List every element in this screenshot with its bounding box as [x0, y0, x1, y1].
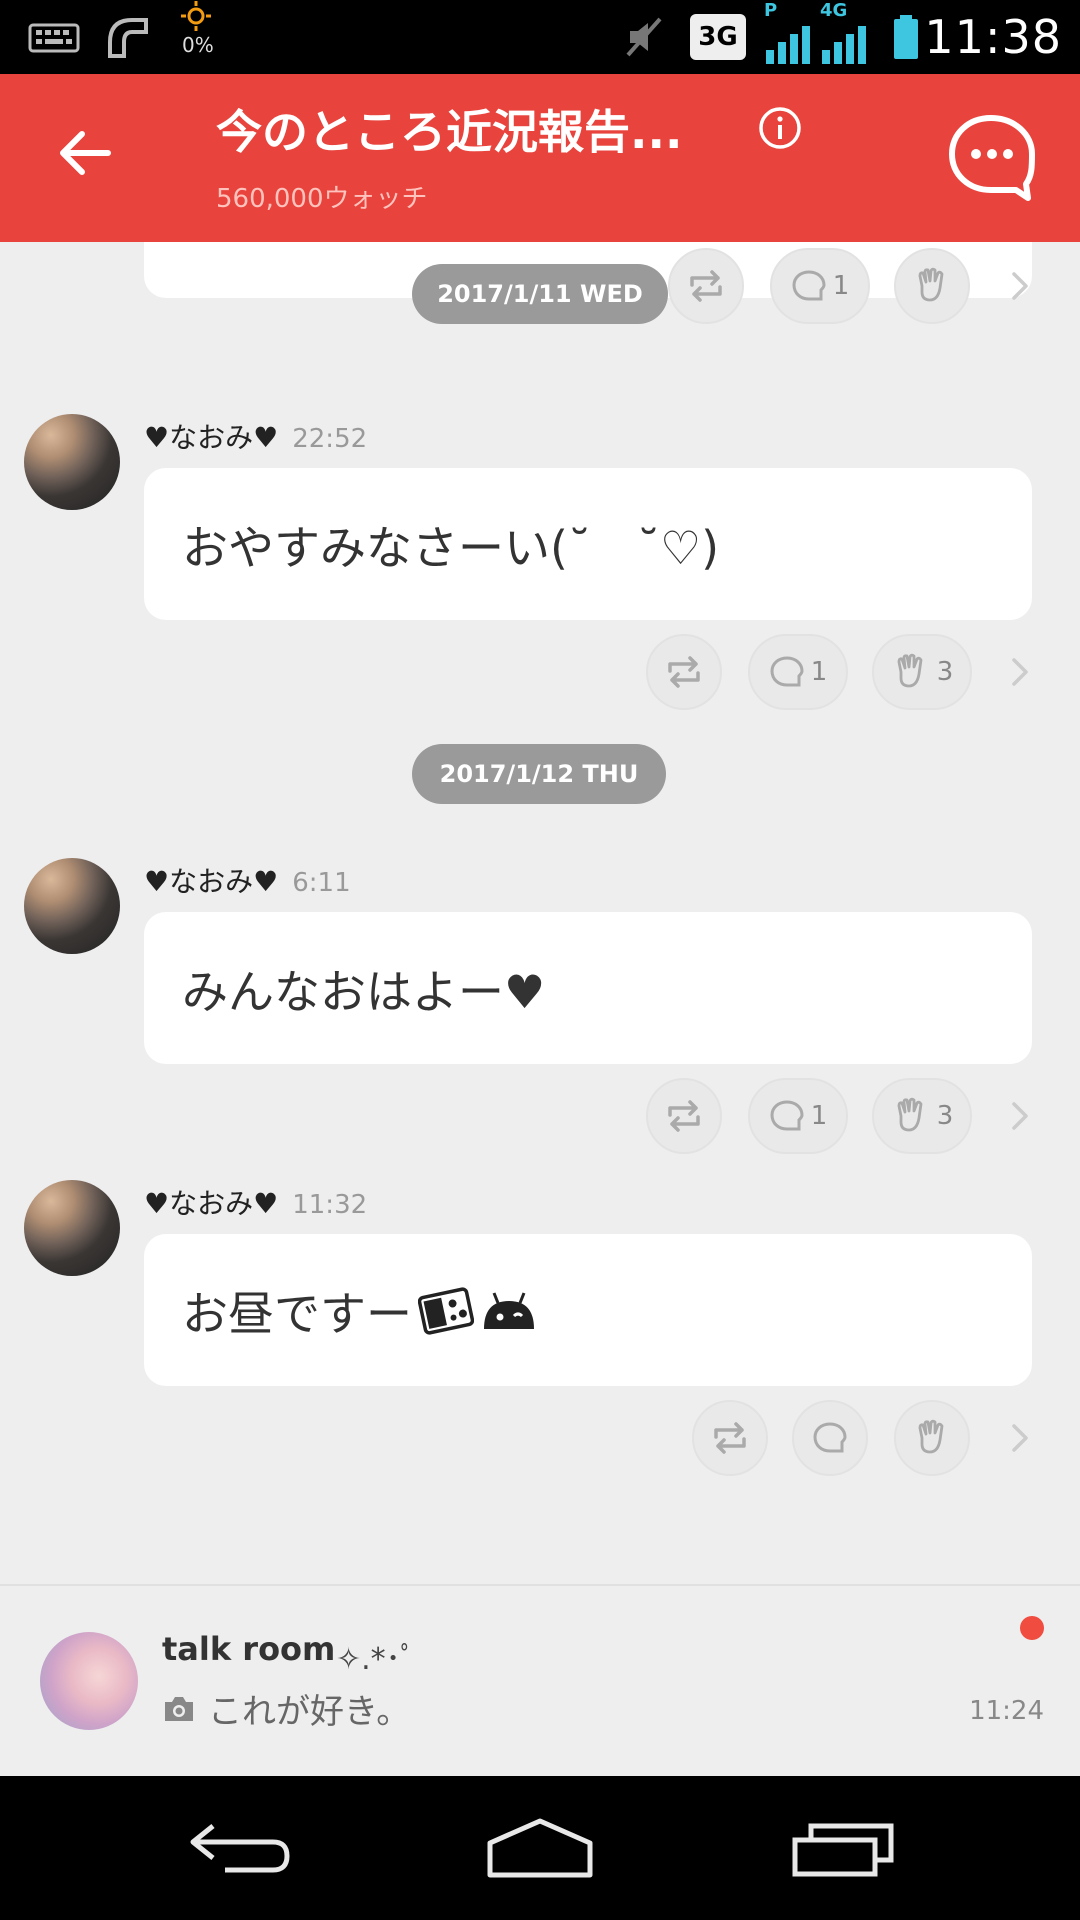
battery-percent: 0% — [182, 33, 214, 57]
post-card[interactable]: みんなおはよー♥ — [144, 912, 1032, 1064]
repost-icon — [668, 1100, 700, 1132]
camera-icon — [165, 1696, 193, 1721]
post-time: 22:52 — [292, 424, 368, 454]
nav-home-button[interactable] — [480, 1806, 600, 1890]
clap-count: 3 — [936, 1101, 954, 1131]
talk-room-avatar — [40, 1632, 138, 1730]
clap-icon — [918, 1419, 944, 1454]
comment-button[interactable] — [792, 1400, 868, 1476]
author-avatar[interactable] — [24, 858, 120, 954]
post-time: 11:32 — [292, 1190, 368, 1220]
comment-count: 1 — [810, 1101, 828, 1131]
author-avatar[interactable] — [24, 414, 120, 510]
nav-home-icon — [487, 1818, 593, 1878]
bento-emoji-icon — [418, 1287, 474, 1335]
comment-icon — [792, 270, 826, 301]
post-meta: ♥なおみ♥ 11:32 — [144, 1182, 367, 1222]
author-name: ♥なおみ♥ — [144, 421, 279, 454]
mute-icon — [622, 0, 666, 74]
talk-button[interactable] — [944, 112, 1038, 202]
nav-back-icon — [190, 1824, 290, 1873]
comment-count: 1 — [832, 271, 850, 301]
info-icon — [759, 107, 801, 149]
comment-icon — [770, 1100, 804, 1131]
brightness-icon — [180, 0, 212, 32]
comment-icon — [770, 656, 804, 687]
battery-icon — [892, 0, 920, 74]
talk-room-last-message: これが好き。 — [162, 1684, 410, 1733]
message-feed[interactable]: 2017/1/11 WED 1 ♥なおみ♥ 22:52 おやすみなさーい(˘ ˘… — [0, 242, 1080, 1584]
clap-button[interactable]: 3 — [872, 634, 972, 710]
chevron-right-icon[interactable] — [1000, 652, 1040, 692]
comment-button[interactable]: 1 — [748, 1078, 848, 1154]
chevron-right-icon[interactable] — [1000, 266, 1040, 306]
clock: 11:38 — [924, 10, 1062, 64]
post-card[interactable]: おやすみなさーい(˘ ˘♡) — [144, 468, 1032, 620]
clap-button[interactable] — [894, 1400, 970, 1476]
nav-recents-icon — [792, 1823, 894, 1877]
repost-icon — [690, 270, 722, 302]
date-separator: 2017/1/12 THU — [412, 744, 666, 804]
repost-icon — [668, 656, 700, 688]
post-meta: ♥なおみ♥ 6:11 — [144, 860, 351, 900]
post-text: お昼ですー — [182, 1287, 412, 1341]
comment-button[interactable]: 1 — [748, 634, 848, 710]
repost-button[interactable] — [692, 1400, 768, 1476]
post-text: みんなおはよー♥ — [182, 965, 546, 1019]
room-title: 今のところ近況報告... — [216, 105, 683, 159]
system-nav-bar — [0, 1776, 1080, 1920]
post-text-row: お昼ですー — [182, 1278, 538, 1344]
comment-button[interactable]: 1 — [770, 248, 870, 324]
talk-room-bar[interactable]: talk room ✧.*･ﾟ これが好き。 11:24 — [0, 1584, 1080, 1776]
post-text: おやすみなさーい(˘ ˘♡) — [182, 521, 720, 575]
post-card[interactable]: お昼ですー — [144, 1234, 1032, 1386]
chat-bubble-icon — [949, 115, 1035, 201]
clap-button[interactable]: 3 — [872, 1078, 972, 1154]
repost-button[interactable] — [646, 634, 722, 710]
talk-room-title: talk room — [162, 1630, 336, 1668]
unread-dot — [1020, 1616, 1044, 1640]
clap-button[interactable] — [894, 248, 970, 324]
signal-icon: P 4G — [762, 0, 874, 74]
clap-count: 3 — [936, 657, 954, 687]
post-time: 6:11 — [292, 868, 351, 898]
clap-icon — [918, 267, 944, 302]
clap-icon — [897, 653, 923, 688]
nav-recents-button[interactable] — [784, 1806, 904, 1890]
android-emoji-icon — [484, 1292, 534, 1329]
chevron-right-icon[interactable] — [1000, 1096, 1040, 1136]
author-avatar[interactable] — [24, 1180, 120, 1276]
chevron-right-icon[interactable] — [1000, 1418, 1040, 1458]
talk-room-decoration: ✧.*･ﾟ — [336, 1642, 416, 1677]
network-type-badge: 3G — [690, 0, 746, 74]
nav-back-button[interactable] — [180, 1806, 300, 1890]
talk-room-time: 11:24 — [969, 1696, 1044, 1726]
date-separator: 2017/1/11 WED — [412, 264, 668, 324]
keyboard-icon — [28, 0, 80, 74]
status-bar: 0% 3G P 4G 11:38 — [0, 0, 1080, 74]
repost-button[interactable] — [668, 248, 744, 324]
app-bar: 今のところ近況報告... 560,000ウォッチ — [0, 74, 1080, 242]
arrow-left-icon — [60, 131, 111, 175]
clap-icon — [897, 1097, 923, 1132]
repost-button[interactable] — [646, 1078, 722, 1154]
comment-icon — [813, 1422, 847, 1453]
post-meta: ♥なおみ♥ 22:52 — [144, 416, 367, 456]
last-message-text: これが好き。 — [208, 1692, 411, 1732]
repost-icon — [714, 1422, 746, 1454]
comment-count: 1 — [810, 657, 828, 687]
author-name: ♥なおみ♥ — [144, 865, 279, 898]
headset-icon — [104, 0, 152, 74]
back-button[interactable] — [40, 108, 130, 198]
info-button[interactable] — [752, 100, 808, 156]
watch-count: 560,000ウォッチ — [216, 184, 428, 214]
author-name: ♥なおみ♥ — [144, 1187, 279, 1220]
